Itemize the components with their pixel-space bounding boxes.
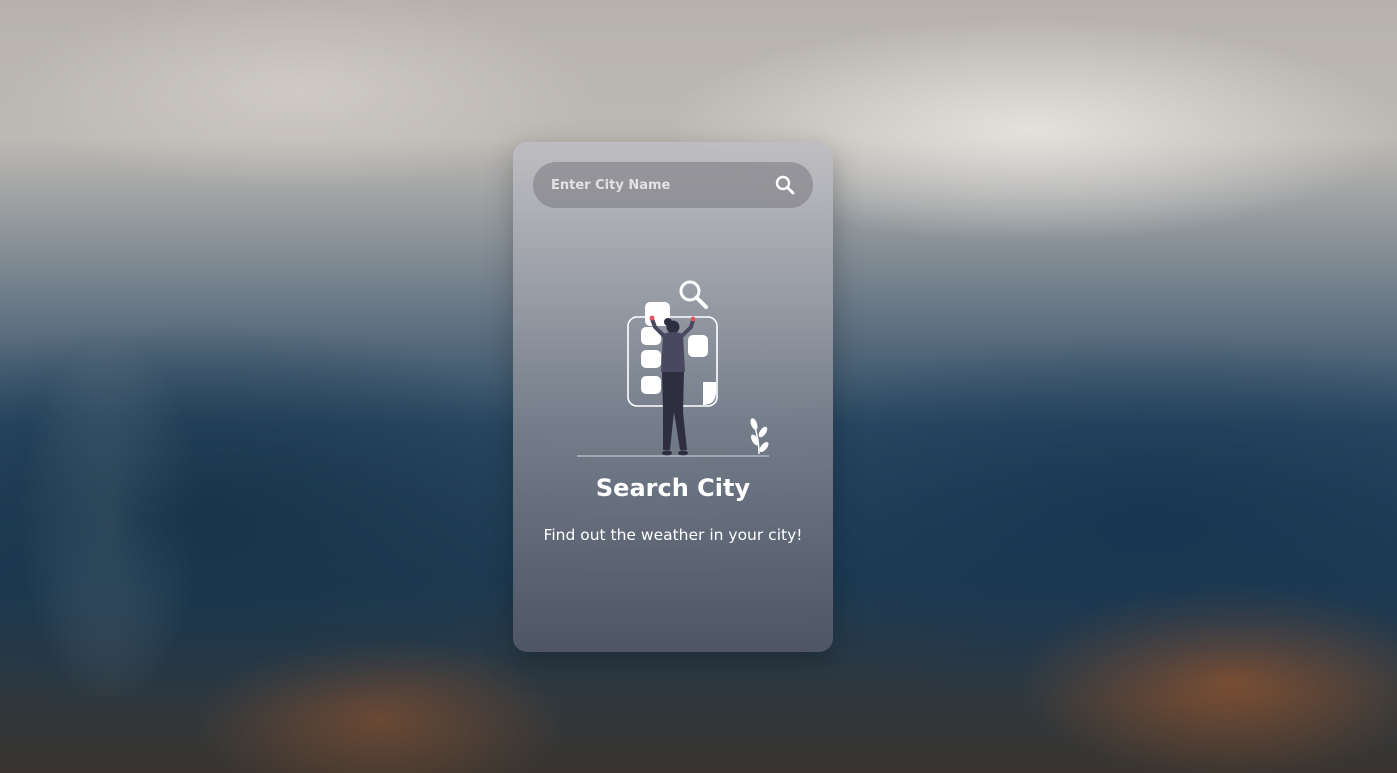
search-button[interactable] — [771, 171, 799, 199]
empty-state-subtitle: Find out the weather in your city! — [543, 526, 803, 544]
person-searching-illustration — [577, 280, 769, 457]
plant-icon — [750, 418, 769, 455]
city-search-input[interactable] — [551, 162, 766, 208]
search-bar — [533, 162, 813, 208]
search-icon — [775, 175, 795, 195]
empty-state-title: Search City — [595, 474, 751, 502]
weather-card: Search City Find out the weather in your… — [513, 142, 833, 652]
magnifier-icon — [679, 280, 708, 309]
